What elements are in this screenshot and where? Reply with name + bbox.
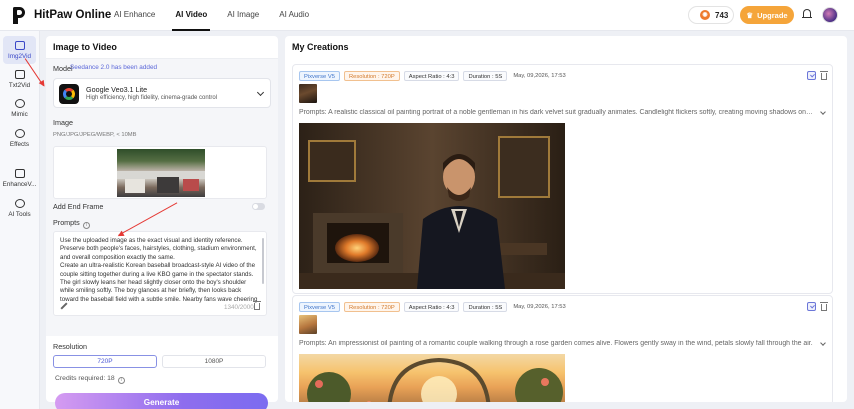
- trash-icon[interactable]: [820, 302, 828, 311]
- prompt-scrollbar[interactable]: [262, 238, 264, 284]
- creation-tags: Pixverse V5 Resolution : 720P Aspect Rat…: [299, 71, 566, 81]
- aspect-ratio-tag: Aspect Ratio : 4:3: [403, 302, 460, 312]
- image-video-icon: [14, 40, 25, 50]
- resolution-label: Resolution: [53, 342, 87, 351]
- prompt-text: Use the uploaded image as the exact visu…: [60, 237, 258, 303]
- top-bar: HitPaw Online AI Enhance AI Video AI Ima…: [0, 0, 854, 31]
- sidebar-item-label: Mimic: [11, 110, 28, 118]
- sidebar-item-label: AI Tools: [8, 210, 31, 218]
- sidebar-item-effects[interactable]: Effects: [3, 124, 36, 152]
- credits-balance[interactable]: ◉ 743: [688, 6, 734, 24]
- sidebar-item-enhance-video[interactable]: EnhanceV...: [3, 164, 36, 192]
- panel-title: My Creations: [292, 42, 349, 52]
- resolution-1080p-button[interactable]: 1080P: [162, 355, 266, 368]
- sidebar-item-label: EnhanceV...: [2, 180, 37, 188]
- credits-required: Credits required: 18 i: [55, 375, 125, 384]
- creation-prompt: Prompts: An impressionist oil painting o…: [299, 340, 813, 347]
- image-format-hint: PNG/JPG/JPEG/WEBP, < 10MB: [53, 132, 137, 138]
- char-count: 1340/2000: [224, 304, 254, 311]
- creation-video-preview[interactable]: [299, 354, 565, 402]
- creation-date: May, 09,2026, 17:53: [513, 73, 566, 79]
- creation-card: Pixverse V5 Resolution : 720P Aspect Rat…: [292, 64, 833, 294]
- google-logo-icon: [59, 84, 79, 104]
- download-icon[interactable]: [807, 71, 816, 80]
- info-icon[interactable]: i: [82, 222, 90, 229]
- brand-name: HitPaw Online: [34, 9, 112, 21]
- creation-date: May, 09,2026, 17:53: [513, 304, 566, 310]
- left-sidebar: Img2Vid Txt2Vid Mimic Effects EnhanceV..…: [0, 31, 40, 409]
- panel-body: Model Seedance 2.0 has been added Google…: [46, 56, 278, 409]
- tab-ai-audio[interactable]: AI Audio: [269, 0, 319, 31]
- resolution-tag: Resolution : 720P: [343, 71, 400, 81]
- model-select[interactable]: Google Veo3.1 Lite High efficiency, high…: [53, 78, 271, 108]
- generate-button[interactable]: Generate: [55, 393, 268, 409]
- crown-icon: ♛: [746, 10, 754, 20]
- download-icon[interactable]: [807, 302, 816, 311]
- resolution-720p-button[interactable]: 720P: [53, 355, 157, 368]
- model-name: Google Veo3.1 Lite: [86, 85, 148, 94]
- model-tag: Pixverse V5: [299, 302, 340, 312]
- text-video-icon: [14, 69, 25, 79]
- upgrade-button[interactable]: ♛ Upgrade: [740, 6, 794, 24]
- top-nav: AI Enhance AI Video AI Image AI Audio: [104, 0, 319, 31]
- sidebar-item-img2vid[interactable]: Img2Vid: [3, 36, 36, 64]
- info-icon[interactable]: i: [117, 377, 125, 384]
- aspect-ratio-tag: Aspect Ratio : 4:3: [403, 71, 460, 81]
- upgrade-label: Upgrade: [757, 10, 788, 20]
- creation-prompt: Prompts: A realistic classical oil paint…: [299, 109, 814, 116]
- panel-title: Image to Video: [53, 42, 117, 52]
- brand-logo[interactable]: HitPaw Online: [12, 6, 111, 24]
- source-image-thumbnail[interactable]: [299, 315, 317, 334]
- chevron-down-icon[interactable]: [820, 109, 826, 115]
- hitpaw-logo-icon: [12, 6, 28, 24]
- duration-tag: Duration : 5S: [463, 302, 508, 312]
- creation-video-preview[interactable]: [299, 123, 565, 289]
- tab-ai-enhance[interactable]: AI Enhance: [104, 0, 165, 31]
- sidebar-item-label: Txt2Vid: [8, 81, 31, 89]
- tab-ai-image[interactable]: AI Image: [217, 0, 269, 31]
- uploaded-image-thumbnail[interactable]: [117, 149, 205, 197]
- sidebar-item-label: Img2Vid: [8, 52, 31, 60]
- sidebar-item-ai-tools[interactable]: AI Tools: [3, 194, 36, 222]
- sidebar-item-mimic[interactable]: Mimic: [3, 94, 36, 122]
- model-tag: Pixverse V5: [299, 71, 340, 81]
- my-creations-panel: My Creations Pixverse V5 Resolution : 72…: [285, 36, 847, 402]
- mimic-icon: [14, 98, 25, 108]
- prompt-textarea[interactable]: Use the uploaded image as the exact visu…: [53, 231, 267, 316]
- form-area: Model Seedance 2.0 has been added Google…: [46, 58, 278, 336]
- source-image-thumbnail[interactable]: [299, 84, 317, 103]
- image-upload-area[interactable]: [53, 146, 267, 199]
- image-to-video-panel: Image to Video Model Seedance 2.0 has be…: [46, 36, 278, 409]
- enhance-video-icon: [14, 168, 25, 178]
- model-notice: Seedance 2.0 has been added: [70, 64, 158, 71]
- ai-tools-icon: [14, 198, 25, 208]
- tab-ai-video[interactable]: AI Video: [165, 0, 217, 31]
- sidebar-item-label: Effects: [9, 140, 30, 148]
- avatar[interactable]: [822, 7, 838, 23]
- garden-painting-illustration: [307, 357, 563, 402]
- effects-icon: [14, 128, 25, 138]
- coin-icon: ◉: [700, 10, 710, 20]
- portrait-painting-illustration: [299, 123, 565, 289]
- prompts-label: Prompts i: [53, 218, 90, 229]
- creation-card: Pixverse V5 Resolution : 720P Aspect Rat…: [292, 295, 833, 402]
- bell-icon[interactable]: [802, 9, 812, 20]
- add-end-frame-toggle[interactable]: [252, 203, 265, 210]
- image-label: Image: [53, 118, 73, 127]
- duration-tag: Duration : 5S: [463, 71, 508, 81]
- resolution-tag: Resolution : 720P: [343, 302, 400, 312]
- chevron-down-icon[interactable]: [820, 340, 826, 346]
- trash-icon[interactable]: [253, 301, 261, 310]
- magic-wand-icon[interactable]: [60, 302, 68, 310]
- model-description: High efficiency, high fidelity, cinema-g…: [86, 95, 218, 101]
- chevron-down-icon: [256, 88, 265, 97]
- credits-count: 743: [715, 10, 729, 20]
- creation-tags: Pixverse V5 Resolution : 720P Aspect Rat…: [299, 302, 566, 312]
- trash-icon[interactable]: [820, 71, 828, 80]
- add-end-frame-label: Add End Frame: [53, 202, 104, 211]
